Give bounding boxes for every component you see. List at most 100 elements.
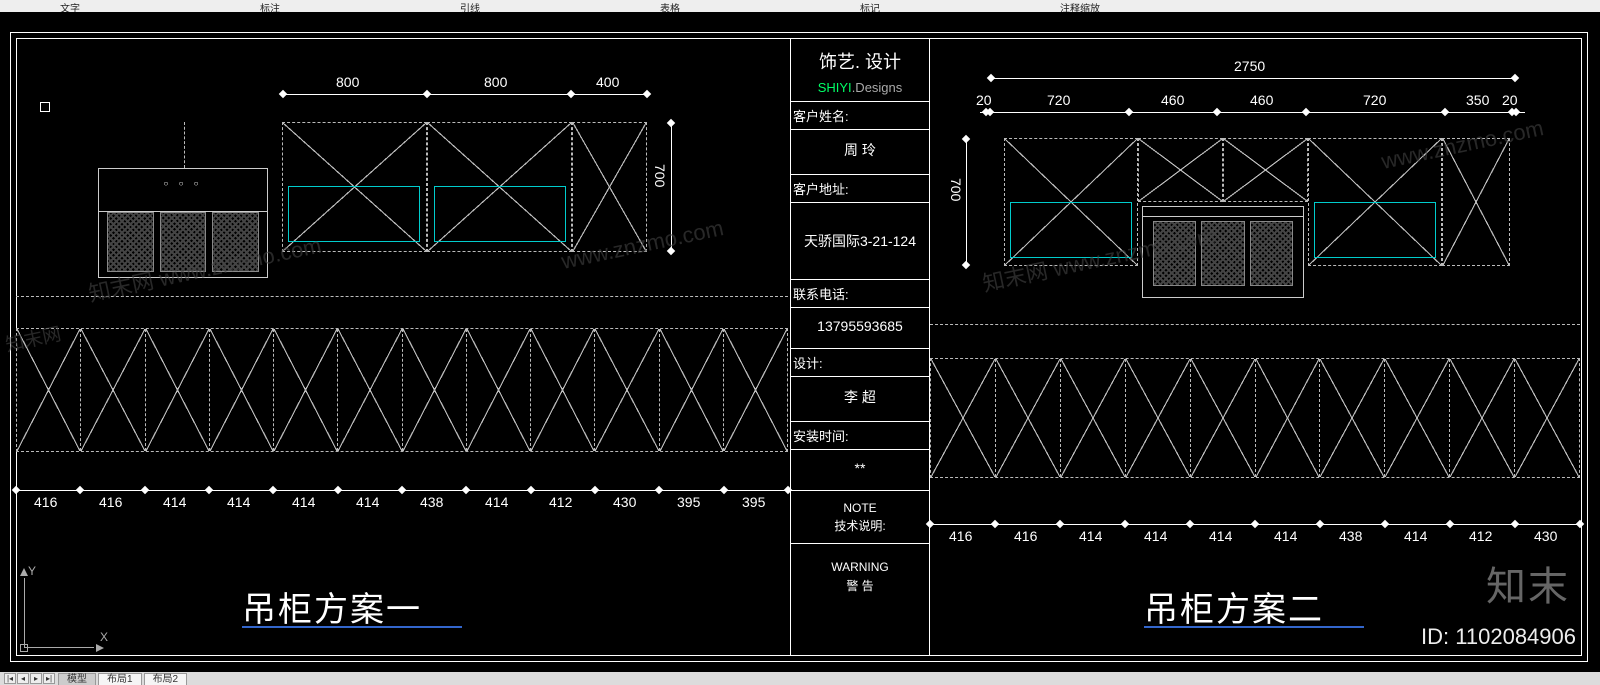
base-cabinet-run	[16, 328, 788, 452]
tab-last-icon[interactable]: ▸|	[43, 673, 55, 684]
dim-tick	[205, 486, 213, 494]
brand-title: 饰艺. 设计	[791, 38, 929, 80]
dim-label: 416	[99, 494, 122, 510]
dim-tick	[398, 486, 406, 494]
guide-line	[16, 296, 788, 297]
dim-tick	[269, 486, 277, 494]
warn-a: WARNING	[793, 558, 927, 577]
dim-tick	[667, 247, 675, 255]
addr-value: 天骄国际3-21-124	[791, 203, 929, 280]
hood-duct	[184, 122, 185, 168]
dim-tick	[1056, 520, 1064, 528]
marker-square	[40, 102, 50, 112]
layout-tabbar[interactable]: |◂ ◂ ▸ ▸| 模型 布局1 布局2	[0, 672, 1600, 685]
ribbon-menu[interactable]: 文字 标注 引线 表格 标记 注释缩放	[0, 0, 1600, 12]
wall-cabinet	[1138, 138, 1223, 202]
install-value: **	[791, 450, 929, 491]
brand-sub-a: SHIYI	[818, 80, 852, 95]
design-value: 李 超	[791, 377, 929, 422]
dim-line-vertical	[671, 122, 672, 252]
dim-tick	[962, 135, 970, 143]
dim-label: 430	[613, 494, 636, 510]
tab-next-icon[interactable]: ▸	[30, 673, 42, 684]
brand-subtitle: SHIYI.Designs	[791, 80, 929, 102]
dim-label: 800	[484, 74, 507, 90]
tab-nav[interactable]: |◂ ◂ ▸ ▸|	[4, 673, 56, 684]
glass-door	[288, 186, 420, 242]
brand-sub-b: .Designs	[852, 80, 903, 95]
dim-tick	[987, 74, 995, 82]
dim-label: 438	[420, 494, 443, 510]
dim-label: 395	[742, 494, 765, 510]
dim-tick	[1446, 520, 1454, 528]
dim-tick	[1213, 108, 1221, 116]
dim-label: 414	[292, 494, 315, 510]
menu-item[interactable]: 引线	[400, 0, 600, 12]
dim-line	[990, 78, 1515, 79]
dim-label: 416	[949, 528, 972, 544]
dim-tick	[1251, 520, 1259, 528]
warn-b: 警 告	[793, 577, 927, 596]
dim-label: 400	[596, 74, 619, 90]
wall-cabinet	[572, 122, 647, 252]
dim-tick	[962, 261, 970, 269]
dim-line-vertical	[966, 138, 967, 266]
dim-tick	[527, 486, 535, 494]
model-space[interactable]: 饰艺. 设计 SHIYI.Designs 客户姓名: 周 玲 客户地址: 天骄国…	[0, 12, 1600, 672]
dim-tick	[643, 90, 651, 98]
menu-item[interactable]: 标注	[200, 0, 400, 12]
id-label: ID: 1102084906	[1421, 624, 1576, 650]
dim-tick	[1441, 108, 1449, 116]
dim-tick	[667, 119, 675, 127]
dim-tick	[1302, 108, 1310, 116]
dim-label: 720	[1363, 92, 1386, 108]
install-label: 安装时间:	[791, 422, 929, 450]
dim-label: 2750	[1234, 58, 1265, 74]
dim-label: 460	[1161, 92, 1184, 108]
title-block: 饰艺. 设计 SHIYI.Designs 客户姓名: 周 玲 客户地址: 天骄国…	[790, 38, 930, 656]
dim-label: 416	[34, 494, 57, 510]
menu-item[interactable]: 文字	[0, 0, 200, 12]
range-hood	[1142, 206, 1304, 298]
range-hood: ○ ○ ○	[98, 168, 268, 278]
dim-label: 800	[336, 74, 359, 90]
phone-label: 联系电话:	[791, 280, 929, 308]
dim-label: 414	[1209, 528, 1232, 544]
dim-tick	[1121, 520, 1129, 528]
menu-item[interactable]: 注释缩放	[1000, 0, 1200, 12]
glass-door	[1314, 202, 1436, 258]
client-label: 客户姓名:	[791, 102, 929, 130]
dim-tick	[76, 486, 84, 494]
plan-title: 吊柜方案一	[242, 582, 422, 631]
dim-label-vertical: 700	[948, 178, 964, 201]
tab-layout2[interactable]: 布局2	[144, 673, 188, 685]
note-a: NOTE	[793, 499, 927, 517]
watermark-big: 知末	[1486, 554, 1570, 612]
dim-label: 414	[485, 494, 508, 510]
tab-first-icon[interactable]: |◂	[4, 673, 16, 684]
menu-item[interactable]: 表格	[600, 0, 800, 12]
dim-label: 414	[1144, 528, 1167, 544]
dim-line	[282, 94, 646, 95]
tab-prev-icon[interactable]: ◂	[17, 673, 29, 684]
tab-model[interactable]: 模型	[58, 673, 96, 685]
dim-label: 395	[677, 494, 700, 510]
tab-layout1[interactable]: 布局1	[98, 673, 142, 685]
glass-door	[1010, 202, 1132, 258]
dim-label: 414	[356, 494, 379, 510]
dim-tick	[720, 486, 728, 494]
base-cabinet-run	[930, 358, 1580, 478]
dim-label: 20	[1502, 92, 1518, 108]
dim-label: 416	[1014, 528, 1037, 544]
design-label: 设计:	[791, 349, 929, 377]
menu-item[interactable]: 标记	[800, 0, 1000, 12]
glass-door	[434, 186, 566, 242]
phone-value: 13795593685	[791, 308, 929, 349]
dim-label: 720	[1047, 92, 1070, 108]
dim-label: 414	[1079, 528, 1102, 544]
dim-label: 414	[1274, 528, 1297, 544]
dim-tick	[279, 90, 287, 98]
dim-tick	[567, 90, 575, 98]
dim-tick	[334, 486, 342, 494]
dim-tick	[1186, 520, 1194, 528]
